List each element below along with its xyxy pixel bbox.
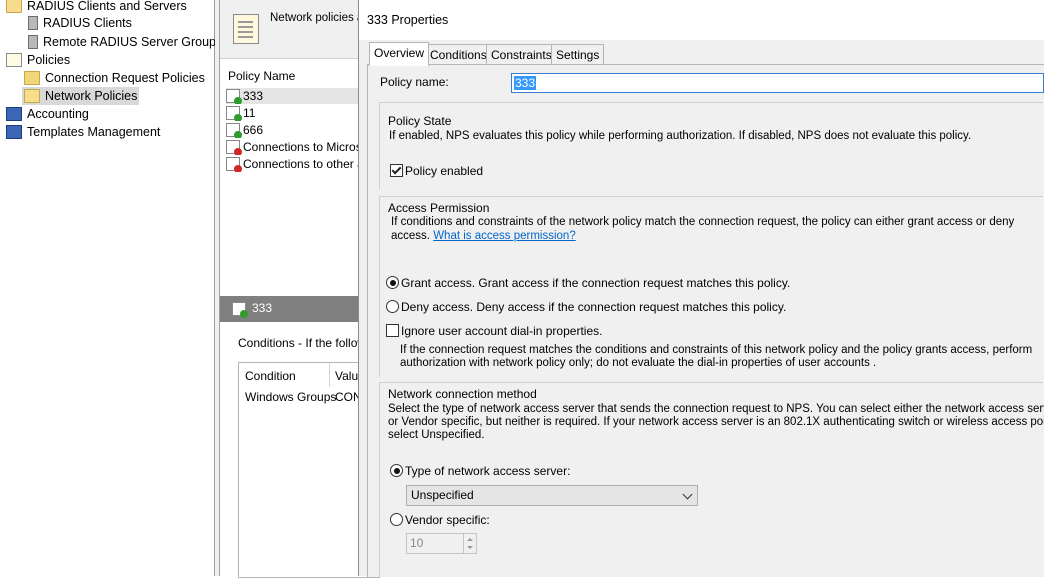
- policy-row-connections-other[interactable]: Connections to other acc: [226, 156, 360, 172]
- console-tree: RADIUS Clients and Servers RADIUS Client…: [0, 0, 222, 576]
- grant-access-label[interactable]: Grant access. Grant access if the connec…: [401, 276, 790, 290]
- folder-open-icon: [6, 0, 22, 13]
- policy-row-11[interactable]: 11: [226, 105, 360, 121]
- tab-constraints[interactable]: Constraints: [486, 44, 557, 65]
- ncm-desc-1: Select the type of network access server…: [388, 403, 1044, 415]
- nas-type-radio[interactable]: [390, 464, 403, 477]
- policy-state-title: Policy State: [388, 114, 452, 128]
- grant-access-radio[interactable]: [386, 276, 399, 289]
- ncm-desc-3: select Unspecified.: [388, 429, 485, 441]
- policy-name-value: 333: [514, 76, 537, 90]
- policy-name: Connections to other acc: [243, 157, 360, 171]
- column-header-value[interactable]: Valu: [335, 369, 358, 383]
- policy-row-666[interactable]: 666: [226, 122, 360, 138]
- tree-item-templates-management[interactable]: Templates Management: [6, 123, 160, 141]
- policies-pane: Network policies al Policy Name 333 11 6…: [220, 0, 380, 578]
- ncm-desc-2: or Vendor specific, but neither is requi…: [388, 416, 1044, 428]
- tree-item-label: Policies: [27, 53, 71, 67]
- policy-enabled-icon: [226, 105, 242, 121]
- tree-item-label: Remote RADIUS Server Groups: [43, 35, 223, 49]
- what-is-access-permission-link[interactable]: What is access permission?: [433, 230, 576, 242]
- network-connection-method-title: Network connection method: [388, 387, 537, 401]
- policy-enabled-label[interactable]: Policy enabled: [405, 164, 483, 178]
- templates-icon: [6, 124, 22, 139]
- ignore-dialin-desc-1: If the connection request matches the co…: [400, 344, 1033, 356]
- tree-item-connection-request-policies[interactable]: Connection Request Policies: [24, 69, 205, 87]
- tab-conditions[interactable]: Conditions: [425, 44, 492, 65]
- tree-item-remote-radius-server-groups[interactable]: Remote RADIUS Server Groups: [28, 33, 222, 51]
- deny-access-label[interactable]: Deny access. Deny access if the connecti…: [401, 300, 786, 314]
- policy-enabled-icon: [232, 302, 248, 318]
- nas-type-select[interactable]: Unspecified: [406, 485, 698, 506]
- policy-enabled-checkbox[interactable]: [390, 164, 403, 177]
- spinner-arrows-icon[interactable]: [463, 534, 476, 553]
- tree-item-label: Accounting: [27, 107, 89, 121]
- policy-name: 333: [243, 89, 264, 103]
- server-group-icon: [28, 34, 38, 49]
- access-permission-title: Access Permission: [388, 201, 490, 215]
- chevron-down-icon: [682, 489, 693, 500]
- conditions-label: Conditions - If the followin: [238, 336, 376, 350]
- ignore-dialin-label[interactable]: Ignore user account dial-in properties.: [401, 324, 602, 338]
- vendor-specific-radio[interactable]: [390, 513, 403, 526]
- policy-name-input[interactable]: 333: [511, 73, 1044, 93]
- tree-item-radius-clients[interactable]: RADIUS Clients: [28, 14, 132, 32]
- tree-item-network-policies[interactable]: Network Policies: [22, 87, 140, 105]
- dialog-titlebar[interactable]: 333 Properties: [359, 0, 1044, 40]
- policy-row-connections-microsoft[interactable]: Connections to Microsof: [226, 139, 360, 155]
- column-header-policy-name[interactable]: Policy Name: [228, 69, 295, 83]
- tree-item-label: RADIUS Clients: [43, 16, 132, 30]
- tree-item-label: Templates Management: [27, 125, 161, 139]
- dialog-title: 333 Properties: [367, 13, 449, 27]
- tree-item-label: Network Policies: [45, 89, 138, 103]
- policy-row-333[interactable]: 333: [226, 88, 360, 104]
- tree-item-radius-clients-and-servers[interactable]: RADIUS Clients and Servers: [6, 0, 187, 15]
- policy-enabled-icon: [226, 88, 242, 104]
- folder-icon: [24, 70, 40, 85]
- policy-name: Connections to Microsof: [243, 140, 360, 154]
- policy-name-label: Policy name:: [380, 75, 449, 89]
- column-divider: [329, 363, 330, 387]
- policies-icon: [6, 52, 22, 67]
- column-header-condition[interactable]: Condition: [245, 369, 296, 383]
- pane-header: Network policies al: [220, 0, 366, 59]
- nas-type-value: Unspecified: [411, 488, 474, 502]
- access-permission-desc-1: If conditions and constraints of the net…: [391, 216, 1015, 228]
- access-permission-desc-2-text: access.: [391, 230, 430, 242]
- tab-settings[interactable]: Settings: [551, 44, 605, 65]
- pane-header-text: Network policies al: [270, 12, 366, 24]
- access-permission-desc-2: access. What is access permission?: [391, 230, 576, 242]
- tree-item-label: Connection Request Policies: [45, 71, 205, 85]
- nas-type-label[interactable]: Type of network access server:: [405, 464, 570, 478]
- ignore-dialin-checkbox[interactable]: [386, 324, 399, 337]
- folder-open-icon: [24, 88, 40, 103]
- deny-access-radio[interactable]: [386, 300, 399, 313]
- policy-enabled-icon: [226, 122, 242, 138]
- condition-cell[interactable]: Windows Groups: [245, 390, 336, 404]
- policy-deny-icon: [226, 156, 242, 172]
- vendor-specific-spinner[interactable]: 10: [406, 533, 477, 554]
- tree-item-label: RADIUS Clients and Servers: [27, 0, 187, 13]
- policy-deny-icon: [226, 139, 242, 155]
- accounting-icon: [6, 106, 22, 121]
- tab-overview[interactable]: Overview: [369, 42, 430, 66]
- selected-policy-name: 333: [252, 301, 273, 315]
- server-icon: [28, 15, 38, 30]
- policy-state-desc: If enabled, NPS evaluates this policy wh…: [389, 130, 972, 142]
- vendor-specific-value: 10: [410, 536, 424, 550]
- policy-name: 11: [243, 106, 256, 120]
- tree-item-accounting[interactable]: Accounting: [6, 105, 89, 123]
- ignore-dialin-desc-2: authorization with network policy only; …: [400, 357, 877, 369]
- vendor-specific-label[interactable]: Vendor specific:: [405, 513, 490, 527]
- policy-name: 666: [243, 123, 264, 137]
- tree-item-policies[interactable]: Policies: [6, 51, 70, 69]
- selected-policy-band: 333: [220, 296, 360, 322]
- document-icon: [233, 14, 259, 44]
